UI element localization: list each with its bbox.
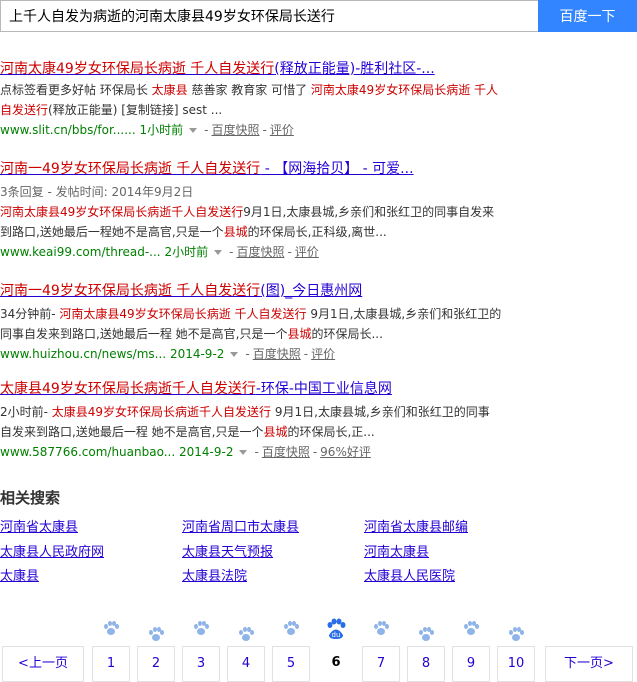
related-search-link[interactable]: 太康县天气预报 [182,541,273,560]
dropdown-arrow-icon[interactable] [230,351,239,357]
result-title-link[interactable]: 河南一49岁女环保局长病逝 千人自发送行 - 【网海拾贝】 - 可爱... [0,160,637,178]
page-number-link[interactable]: 10 [497,646,535,682]
abstract-line: 河南太康县49岁女环保局长病逝千人自发送行9月1日,太康县城,乡亲们和张红卫的同… [0,205,495,219]
next-page-button[interactable]: 下一页> [545,646,633,682]
result-url: www.keai99.com/thread-... [0,245,161,259]
abstract-line: 自发来到路口,送她最后一程 她不是高官,只是一个县城的环保局长,正... [0,425,375,439]
search-result: 河南一49岁女环保局长病逝 千人自发送行(图)_今日惠州网 34分钟前- 河南太… [0,282,637,364]
page-number-link[interactable]: 1 [92,646,130,682]
result-time: 2014-9-2 [179,445,234,459]
abstract-line: 点标签看更多好帖 环保局长 太康县 慈善家 教育家 可惜了 河南太康49岁女环保… [0,83,499,97]
result-url-row: www.slit.cn/bbs/for...... 1小时前 - 百度快照 - 评价 [0,123,294,137]
result-time: 2小时前 [164,245,209,259]
page-number-link[interactable]: 2 [137,646,175,682]
prev-page-button[interactable]: <上一页 [2,646,84,682]
rating-link[interactable]: 评价 [311,347,335,361]
snapshot-link[interactable]: 百度快照 [236,245,284,259]
related-search-link[interactable]: 河南省太康县邮编 [364,516,468,535]
result-url-row: www.huizhou.cn/news/ms... 2014-9-2- 百度快照 -… [0,347,336,361]
paw-icon [373,621,389,637]
result-url: www.huizhou.cn/news/ms... [0,347,167,361]
related-search-link[interactable]: 太康县 [0,565,39,584]
paw-icon [148,627,164,643]
paw-icon [463,621,479,637]
current-page: 6 [317,646,355,682]
related-searches-heading: 相关搜索 [0,489,61,507]
search-result: 河南太康49岁女环保局长病逝 千人自发送行(释放正能量)-胜利社区-... 点标… [0,60,637,140]
result-url: www.587766.com/huanbao... [0,445,176,459]
paw-icon [238,627,254,643]
abstract-line: 34分钟前- 河南太康县49岁女环保局长病逝 千人自发送行 9月1日,太康县城,… [0,307,502,321]
page-number-link[interactable]: 9 [452,646,490,682]
abstract-line: 同事自发来到路口,送她最后一程 她不是高官,只是一个县城的环保局长... [0,327,383,341]
rating-link[interactable]: 96%好评 [320,445,371,459]
page-number-link[interactable]: 5 [272,646,310,682]
result-url: www.slit.cn/bbs/for...... [0,123,136,137]
dropdown-arrow-icon[interactable] [214,249,223,255]
search-result: 河南一49岁女环保局长病逝 千人自发送行 - 【网海拾贝】 - 可爱... 3条… [0,160,637,262]
baidu-logo-paw-icon: du [325,618,347,640]
result-time: 2014-9-2 [169,347,225,361]
search-result: 太康县49岁女环保局长病逝千人自发送行-环保-中国工业信息网 2小时前- 太康县… [0,380,637,462]
dropdown-arrow-icon[interactable] [239,449,248,455]
page-number-link[interactable]: 4 [227,646,265,682]
result-title-link[interactable]: 河南一49岁女环保局长病逝 千人自发送行(图)_今日惠州网 [0,282,637,300]
rating-link[interactable]: 评价 [295,245,319,259]
result-abstract: 2小时前- 太康县49岁女环保局长病逝千人自发送行 9月1日,太康县城,乡亲们和… [0,402,637,442]
page-number-link[interactable]: 3 [182,646,220,682]
related-search-link[interactable]: 太康县人民医院 [364,565,455,584]
related-search-link[interactable]: 河南省周口市太康县 [182,516,299,535]
snapshot-link[interactable]: 百度快照 [262,445,310,459]
related-search-link[interactable]: 太康县人民政府网 [0,541,104,560]
result-abstract: 点标签看更多好帖 环保局长 太康县 慈善家 教育家 可惜了 河南太康49岁女环保… [0,80,637,120]
result-url-row: www.587766.com/huanbao... 2014-9-2- 百度快照 -… [0,445,371,459]
paw-icon [283,621,299,637]
paw-icon [193,621,209,637]
related-search-link[interactable]: 河南太康县 [364,541,429,560]
result-title-link[interactable]: 河南太康49岁女环保局长病逝 千人自发送行(释放正能量)-胜利社区-... [0,60,637,78]
result-url-row: www.keai99.com/thread-... 2小时前 - 百度快照 - 评价 [0,245,319,259]
search-bar: 百度一下 [0,0,637,34]
snapshot-link[interactable]: 百度快照 [211,123,259,137]
paw-icon [103,621,119,637]
abstract-line: 2小时前- 太康县49岁女环保局长病逝千人自发送行 9月1日,太康县城,乡亲们和… [0,405,490,419]
result-abstract: 34分钟前- 河南太康县49岁女环保局长病逝 千人自发送行 9月1日,太康县城,… [0,304,637,344]
page-number-link[interactable]: 7 [362,646,400,682]
result-meta: 3条回复 - 发帖时间: 2014年9月2日 [0,185,194,199]
result-time: 1小时前 [139,123,184,137]
snapshot-link[interactable]: 百度快照 [253,347,301,361]
page-number-link[interactable]: 8 [407,646,445,682]
related-search-link[interactable]: 河南省太康县 [0,516,78,535]
search-input[interactable] [0,0,538,32]
abstract-line: 自发送行(释放正能量) [复制链接] sest ... [0,103,223,117]
rating-link[interactable]: 评价 [270,123,294,137]
paw-icon [508,627,524,643]
paw-icon [418,627,434,643]
abstract-line: 到路口,送她最后一程她不是高官,只是一个县城的环保局长,正科级,离世... [0,225,387,239]
dropdown-arrow-icon[interactable] [189,127,198,133]
svg-text:du: du [332,631,341,639]
search-button[interactable]: 百度一下 [538,0,637,32]
related-search-link[interactable]: 太康县法院 [182,565,247,584]
result-title-link[interactable]: 太康县49岁女环保局长病逝千人自发送行-环保-中国工业信息网 [0,380,637,398]
result-abstract: 河南太康县49岁女环保局长病逝千人自发送行9月1日,太康县城,乡亲们和张红卫的同… [0,202,637,242]
